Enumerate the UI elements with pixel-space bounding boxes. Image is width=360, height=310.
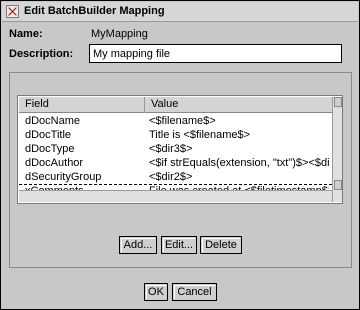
- name-label: Name:: [9, 28, 43, 40]
- scroll-down-icon[interactable]: [334, 180, 342, 190]
- horizontal-scrollbar[interactable]: [19, 190, 332, 202]
- table-header: Field Value: [19, 97, 332, 113]
- vertical-scrollbar[interactable]: [332, 97, 342, 202]
- edit-mapping-dialog: Edit BatchBuilder Mapping Name: MyMappin…: [0, 0, 360, 310]
- field-cell: dDocName: [25, 115, 81, 127]
- field-cell: dDocAuthor: [25, 157, 84, 169]
- value-cell: <$dir2$>: [149, 171, 193, 183]
- table-row[interactable]: dDocType <$dir3$>: [19, 142, 332, 156]
- close-icon[interactable]: [6, 5, 19, 18]
- value-cell: Title is <$filename$>: [149, 129, 251, 141]
- field-cell: dSecurityGroup: [25, 171, 102, 183]
- edit-button[interactable]: Edit...: [161, 236, 197, 254]
- table-row[interactable]: dDocTitle Title is <$filename$>: [19, 128, 332, 142]
- title-bar[interactable]: Edit BatchBuilder Mapping: [2, 2, 358, 22]
- table-row[interactable]: dDocName <$filename$>: [19, 114, 332, 128]
- table-rows: dDocName <$filename$> dDocTitle Title is…: [19, 114, 332, 198]
- description-input[interactable]: [89, 44, 342, 63]
- cancel-button[interactable]: Cancel: [172, 283, 217, 301]
- column-header-value[interactable]: Value: [145, 97, 332, 113]
- ok-button[interactable]: OK: [144, 283, 168, 301]
- mapping-table: Field Value dDocName <$filename$> dDocTi…: [17, 95, 343, 204]
- field-cell: dDocType: [25, 143, 75, 155]
- window-title: Edit BatchBuilder Mapping: [24, 5, 165, 17]
- value-cell: <$if strEquals(extension, "txt")$><$dir1…: [149, 157, 329, 169]
- table-row[interactable]: dSecurityGroup <$dir2$>: [19, 170, 332, 184]
- value-cell: <$filename$>: [149, 115, 216, 127]
- column-header-field[interactable]: Field: [19, 97, 145, 113]
- scroll-up-icon[interactable]: [334, 97, 342, 107]
- table-row[interactable]: dDocAuthor <$if strEquals(extension, "tx…: [19, 156, 332, 170]
- add-button[interactable]: Add...: [119, 236, 157, 254]
- name-value: MyMapping: [91, 28, 148, 40]
- value-cell: <$dir3$>: [149, 143, 193, 155]
- delete-button[interactable]: Delete: [200, 236, 242, 254]
- field-cell: dDocTitle: [25, 129, 72, 141]
- description-label: Description:: [9, 48, 74, 60]
